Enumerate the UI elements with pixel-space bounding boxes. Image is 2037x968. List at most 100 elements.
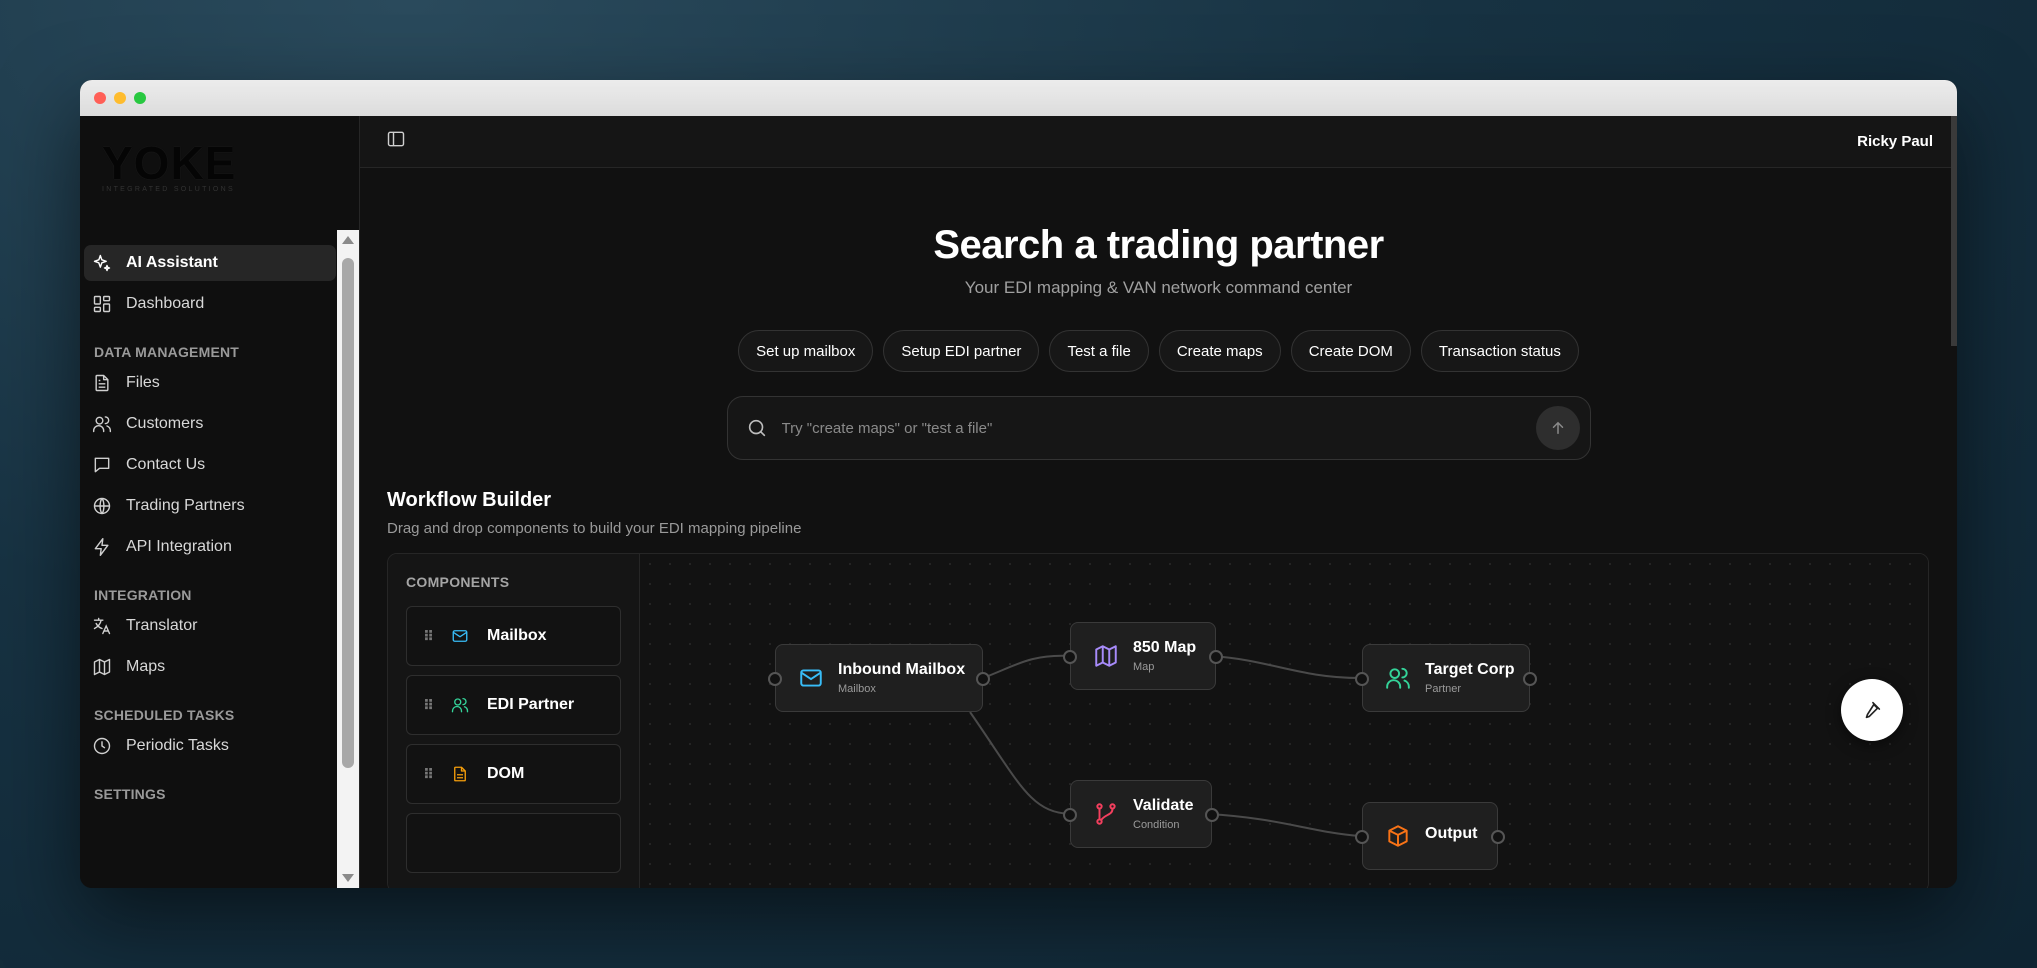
sidebar-item-periodic-tasks[interactable]: Periodic Tasks: [84, 728, 336, 764]
workflow-edges: [969, 654, 1361, 837]
users-icon: [451, 697, 469, 713]
node-output-port[interactable]: [1205, 808, 1219, 822]
zoom-window-button[interactable]: [134, 92, 146, 104]
node-subtitle: Map: [1133, 661, 1155, 673]
sidebar-toggle-icon: [387, 131, 405, 147]
component-label: DOM: [487, 765, 525, 782]
message-icon: [94, 457, 110, 473]
sidebar-item-files[interactable]: Files: [84, 365, 336, 401]
workflow-subtitle: Drag and drop components to build your E…: [387, 520, 802, 537]
sidebar-scrollbar[interactable]: [337, 230, 359, 888]
component-edi-partner[interactable]: ⠿ EDI Partner: [406, 675, 621, 735]
search-icon: [748, 419, 765, 437]
minimize-window-button[interactable]: [114, 92, 126, 104]
component-more[interactable]: [406, 813, 621, 873]
sidebar-item-label: Dashboard: [126, 295, 205, 312]
workflow-canvas[interactable]: Inbound Mailbox Mailbox 850 Map Map Targ…: [640, 554, 1928, 888]
map-icon: [1095, 645, 1117, 667]
sidebar-item-dashboard[interactable]: Dashboard: [84, 286, 336, 322]
node-input-port[interactable]: [1063, 650, 1077, 664]
chip-create-dom[interactable]: Create DOM: [1290, 330, 1411, 372]
translate-icon: [93, 617, 111, 635]
file-icon: [454, 766, 466, 782]
sparkles-icon: [93, 254, 111, 272]
lightning-icon: [94, 537, 109, 557]
node-input-port[interactable]: [1355, 830, 1369, 844]
drag-handle-icon[interactable]: ⠿: [423, 628, 434, 645]
node-inbound-mailbox[interactable]: Inbound Mailbox Mailbox: [768, 644, 990, 712]
sidebar-item-label: Customers: [126, 415, 204, 432]
globe-icon: [93, 497, 111, 515]
edge-inbound-validate: [969, 711, 1071, 815]
node-850-map[interactable]: 850 Map Map: [1063, 622, 1223, 690]
chip-test-a-file[interactable]: Test a file: [1049, 330, 1149, 372]
clock-icon: [93, 737, 111, 755]
chip-create-maps[interactable]: Create maps: [1158, 330, 1281, 372]
component-dom[interactable]: ⠿ DOM: [406, 744, 621, 804]
workflow-title: Workflow Builder: [387, 489, 552, 511]
edge-map-target: [1211, 655, 1361, 679]
node-output-port[interactable]: [1523, 672, 1537, 686]
components-panel: COMPONENTS ⠿ Mailbox ⠿ EDI Partner ⠿ DOM: [388, 554, 640, 888]
scroll-up-arrow[interactable]: [342, 236, 354, 244]
sidebar-item-label: Translator: [126, 617, 198, 634]
node-input-port[interactable]: [768, 672, 782, 686]
chip-setup-edi-partner[interactable]: Setup EDI partner: [883, 330, 1040, 372]
send-button[interactable]: [1535, 406, 1580, 450]
sidebar-item-label: AI Assistant: [126, 254, 218, 271]
node-subtitle: Partner: [1425, 683, 1462, 695]
hammer-icon: [1865, 701, 1881, 719]
main-scrollbar[interactable]: [1951, 116, 1957, 346]
node-title: Validate: [1133, 797, 1194, 814]
component-mailbox[interactable]: ⠿ Mailbox: [406, 606, 621, 666]
topbar: Ricky Paul: [360, 116, 1957, 168]
node-validate[interactable]: Validate Condition: [1063, 780, 1219, 848]
user-name[interactable]: Ricky Paul: [1857, 133, 1933, 150]
quick-action-chips: Set up mailbox Setup EDI partner Test a …: [360, 330, 1957, 372]
node-target-corp[interactable]: Target Corp Partner: [1355, 644, 1537, 712]
chip-set-up-mailbox[interactable]: Set up mailbox: [738, 330, 874, 372]
users-icon: [92, 416, 112, 433]
node-input-port[interactable]: [1355, 672, 1369, 686]
sidebar-item-maps[interactable]: Maps: [84, 649, 336, 685]
sidebar-nav: AI Assistant Dashboard DATA MANAGEMENT F…: [84, 240, 336, 804]
scroll-down-arrow[interactable]: [342, 874, 354, 882]
sidebar-item-ai-assistant[interactable]: AI Assistant: [84, 245, 336, 281]
mail-icon: [800, 669, 822, 687]
scrollbar-thumb[interactable]: [342, 258, 354, 768]
sidebar-toggle-button[interactable]: [386, 129, 406, 154]
node-input-port[interactable]: [1063, 808, 1077, 822]
mail-icon: [452, 630, 468, 642]
logo[interactable]: YOKE INTEGRATED SOLUTIONS: [102, 140, 236, 193]
section-integration: INTEGRATION: [94, 587, 192, 603]
branch-icon: [1096, 803, 1116, 825]
search-input[interactable]: [781, 419, 1522, 437]
arrow-up-icon: [1552, 421, 1563, 434]
sidebar-item-contact-us[interactable]: Contact Us: [84, 447, 336, 483]
sidebar-item-translator[interactable]: Translator: [84, 608, 336, 644]
close-window-button[interactable]: [94, 92, 106, 104]
node-output[interactable]: Output: [1355, 802, 1505, 870]
search-bar: [726, 396, 1591, 460]
section-data-management: DATA MANAGEMENT: [94, 344, 240, 360]
sidebar-item-api-integration[interactable]: API Integration: [84, 529, 336, 565]
sidebar-item-trading-partners[interactable]: Trading Partners: [84, 488, 336, 524]
node-title: 850 Map: [1133, 639, 1197, 656]
page-title: Search a trading partner: [933, 223, 1384, 267]
node-title: Output: [1425, 825, 1478, 842]
node-output-port[interactable]: [1491, 830, 1505, 844]
node-output-port[interactable]: [976, 672, 990, 686]
chip-transaction-status[interactable]: Transaction status: [1420, 330, 1579, 372]
drag-handle-icon[interactable]: ⠿: [423, 766, 434, 783]
edge-validate-output: [1207, 813, 1361, 837]
node-subtitle: Mailbox: [838, 683, 876, 695]
sidebar-item-customers[interactable]: Customers: [84, 406, 336, 442]
node-output-port[interactable]: [1209, 650, 1223, 664]
floating-action-button[interactable]: [1841, 679, 1903, 741]
window-titlebar: [80, 80, 1957, 116]
sidebar-item-label: Periodic Tasks: [126, 737, 229, 754]
sidebar-item-label: API Integration: [126, 538, 232, 555]
node-subtitle: Condition: [1133, 819, 1180, 831]
drag-handle-icon[interactable]: ⠿: [423, 697, 434, 714]
node-title: Inbound Mailbox: [838, 661, 966, 678]
